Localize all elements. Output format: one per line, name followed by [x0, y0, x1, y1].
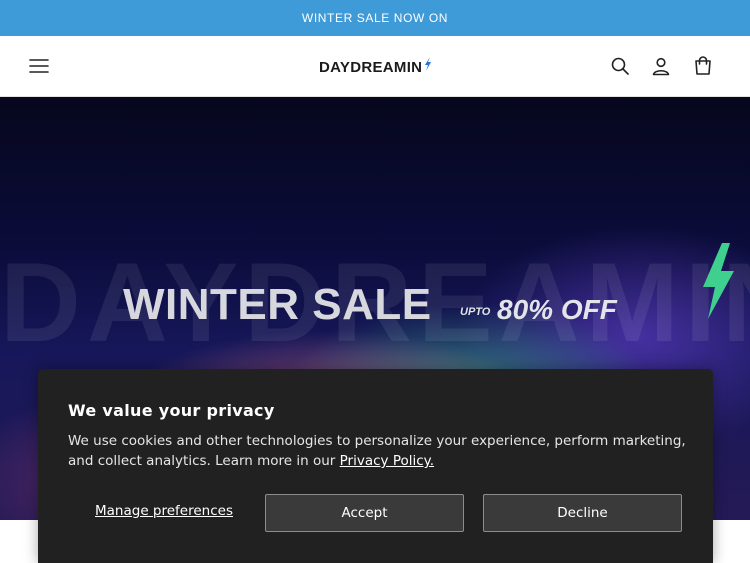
hero-discount: 80% OFF	[497, 294, 617, 325]
accept-button[interactable]: Accept	[265, 494, 464, 532]
site-header: DAYDREAMIN	[0, 36, 750, 97]
decline-button[interactable]: Decline	[483, 494, 682, 532]
cookie-banner-title: We value your privacy	[68, 401, 275, 420]
site-logo[interactable]: DAYDREAMIN	[319, 56, 432, 78]
menu-icon	[29, 59, 49, 73]
lightning-bolt-icon	[703, 243, 734, 319]
account-button[interactable]	[644, 49, 678, 83]
announcement-bar: WINTER SALE NOW ON	[0, 0, 750, 36]
announcement-text: WINTER SALE NOW ON	[301, 11, 449, 25]
logo-bolt-icon	[425, 57, 432, 71]
cart-icon	[695, 56, 711, 75]
menu-button[interactable]	[22, 49, 56, 83]
privacy-policy-link[interactable]: Privacy Policy.	[340, 453, 434, 469]
search-icon	[611, 57, 629, 75]
logo-text: DAYDREAMIN	[319, 58, 423, 76]
account-icon	[652, 57, 670, 76]
cookie-banner-text: We use cookies and other technologies to…	[68, 431, 693, 471]
hero-title: WINTER SALE	[123, 280, 432, 329]
manage-preferences-link[interactable]: Manage preferences	[95, 503, 233, 519]
hero-upto-label: UPTO	[460, 306, 491, 318]
cart-button[interactable]	[686, 49, 720, 83]
cookie-consent-banner: We value your privacy We use cookies and…	[38, 369, 713, 563]
search-button[interactable]	[603, 49, 637, 83]
